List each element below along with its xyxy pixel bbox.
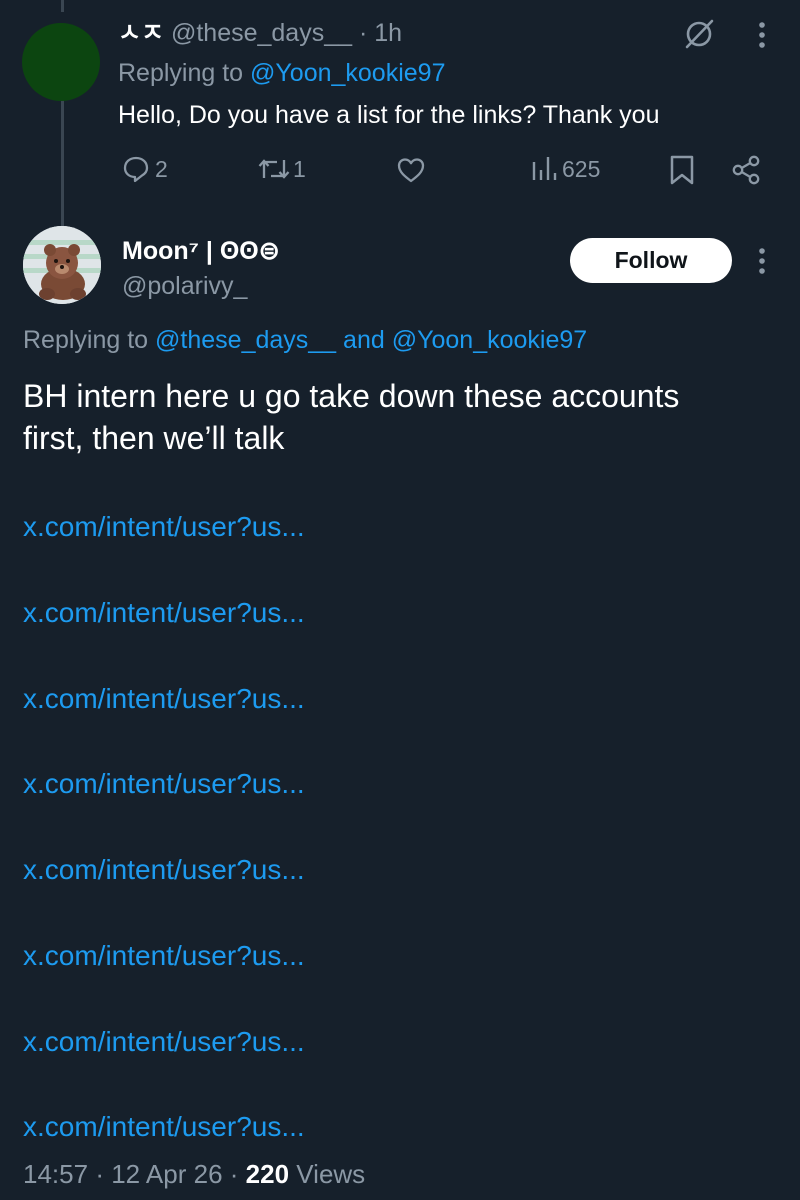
tweet-display-name[interactable]: Moon⁷ | ʘʘ⊜ — [122, 236, 280, 266]
reply-action-views[interactable]: 625 — [530, 154, 600, 184]
reply-display-name[interactable]: ㅅㅈ — [118, 19, 164, 47]
share-icon[interactable] — [730, 154, 762, 186]
link-8[interactable]: x.com/intent/user?us... — [23, 1108, 305, 1146]
tweet-views-count: 220 — [245, 1159, 290, 1189]
footer-sep-1: · — [95, 1159, 104, 1189]
link-3[interactable]: x.com/intent/user?us... — [23, 680, 305, 718]
reply-time[interactable]: 1h — [374, 19, 402, 47]
follow-button[interactable]: Follow — [570, 238, 732, 283]
replying-prefix: Replying to — [118, 59, 244, 87]
reply-action-repost[interactable]: 1 — [257, 154, 306, 184]
reply-more-icon[interactable] — [756, 20, 768, 50]
tweet-text-line-1: BH intern here u go take down these acco… — [23, 378, 680, 414]
tweet-avatar[interactable] — [23, 226, 101, 304]
comment-icon — [121, 154, 151, 184]
thread-line-top — [61, 0, 64, 12]
reply-count: 2 — [155, 155, 168, 182]
tweet-more-icon[interactable] — [756, 246, 768, 276]
reply-avatar[interactable] — [22, 23, 100, 101]
reply-action-reply[interactable]: 2 — [121, 154, 168, 184]
tweet-text: BH intern here u go take down these acco… — [23, 375, 679, 459]
replying-handle-link-2[interactable]: @Yoon_kookie97 — [392, 326, 587, 354]
repost-icon — [257, 154, 291, 184]
bear-avatar-icon — [23, 226, 101, 304]
replying-handle-link[interactable]: @Yoon_kookie97 — [250, 59, 445, 87]
tweet-time[interactable]: 14:57 — [23, 1159, 88, 1189]
link-4[interactable]: x.com/intent/user?us... — [23, 765, 305, 803]
reply-text: Hello, Do you have a list for the links?… — [118, 101, 660, 129]
tweet-replying-to: Replying to @these_days__ and @Yoon_kook… — [23, 325, 587, 355]
tweet-views-label: Views — [296, 1159, 366, 1189]
reply-header: ㅅㅈ @these_days__ · 1h — [118, 18, 402, 48]
reply-separator: · — [358, 19, 368, 47]
tweet-replying-prefix: Replying to — [23, 326, 149, 354]
link-5[interactable]: x.com/intent/user?us... — [23, 851, 305, 889]
footer-sep-2: · — [229, 1159, 239, 1189]
like-heart-icon[interactable] — [395, 155, 427, 185]
tweet-text-line-2: first, then we’ll talk — [23, 420, 285, 456]
thread-line-bottom — [61, 96, 64, 226]
grok-icon[interactable] — [682, 17, 716, 51]
reply-views-count: 625 — [562, 155, 601, 182]
tweet-handle[interactable]: @polarivy_ — [122, 271, 247, 301]
repost-count: 1 — [293, 155, 306, 182]
tweet-footer: 14:57 · 12 Apr 26 · 220 Views — [23, 1158, 365, 1190]
views-bar-icon — [530, 154, 560, 184]
replying-and: and — [343, 326, 385, 354]
reply-replying-to: Replying to @Yoon_kookie97 — [118, 58, 445, 88]
link-6[interactable]: x.com/intent/user?us... — [23, 937, 305, 975]
link-7[interactable]: x.com/intent/user?us... — [23, 1023, 305, 1061]
link-2[interactable]: x.com/intent/user?us... — [23, 594, 305, 632]
link-1[interactable]: x.com/intent/user?us... — [23, 508, 305, 546]
reply-handle[interactable]: @these_days__ — [171, 19, 352, 47]
tweet-date[interactable]: 12 Apr 26 — [111, 1159, 222, 1189]
replying-handle-link-1[interactable]: @these_days__ — [155, 326, 336, 354]
bookmark-icon[interactable] — [669, 154, 695, 186]
